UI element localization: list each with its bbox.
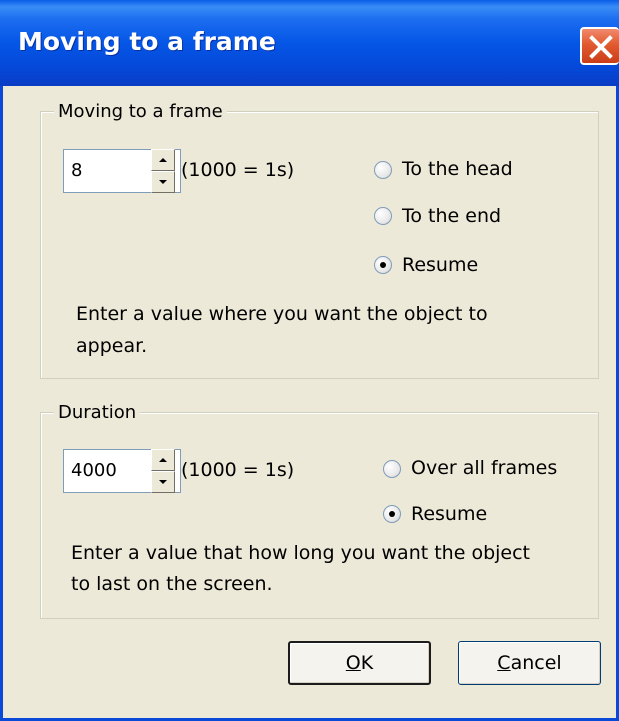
cancel-mnemonic: C: [497, 652, 511, 674]
close-icon: [589, 35, 613, 59]
ok-button[interactable]: OK: [288, 641, 431, 685]
radio-label-frame-resume[interactable]: Resume: [402, 254, 478, 276]
arrow-up-icon: [159, 458, 167, 462]
radio-label-duration-resume[interactable]: Resume: [411, 503, 487, 525]
duration-value-spinner[interactable]: [151, 449, 175, 493]
arrow-up-icon: [159, 158, 167, 162]
radio-label-to-the-head[interactable]: To the head: [402, 158, 513, 180]
arrow-down-icon: [159, 480, 167, 484]
radio-label-over-all-frames[interactable]: Over all frames: [411, 457, 557, 479]
frame-group-legend: Moving to a frame: [54, 101, 227, 122]
window-title: Moving to a frame: [18, 27, 276, 56]
radio-selected-dot: [380, 262, 386, 268]
radio-over-all-frames[interactable]: [383, 460, 401, 478]
frame-value-spinner[interactable]: [151, 149, 175, 193]
cancel-label-rest: ancel: [510, 652, 562, 674]
frame-spin-down-button[interactable]: [151, 171, 175, 193]
radio-to-the-head[interactable]: [374, 161, 392, 179]
radio-label-to-the-end[interactable]: To the end: [402, 205, 501, 227]
frame-unit-hint: (1000 = 1s): [181, 159, 295, 181]
radio-to-the-end[interactable]: [374, 207, 392, 225]
close-button[interactable]: [580, 27, 619, 65]
duration-spin-up-button[interactable]: [151, 449, 175, 471]
radio-duration-resume[interactable]: [383, 505, 401, 523]
duration-help-text-line1: Enter a value that how long you want the…: [71, 542, 531, 564]
frame-help-text-line1: Enter a value where you want the object …: [76, 303, 488, 325]
radio-frame-resume[interactable]: [374, 256, 392, 274]
cancel-button[interactable]: Cancel: [458, 641, 601, 685]
radio-selected-dot: [389, 511, 395, 517]
ok-label-rest: K: [360, 652, 374, 674]
duration-unit-hint: (1000 = 1s): [181, 459, 295, 481]
frame-help-text-line2: appear.: [76, 335, 148, 357]
arrow-down-icon: [159, 180, 167, 184]
ok-mnemonic: O: [345, 652, 361, 674]
duration-help-text-line2: to last on the screen.: [71, 573, 273, 595]
title-bar[interactable]: Moving to a frame: [0, 0, 619, 86]
duration-group-legend: Duration: [54, 402, 141, 423]
frame-spin-up-button[interactable]: [151, 149, 175, 171]
dialog-window: Moving to a frame Moving to a frame 8 (1…: [0, 0, 619, 721]
duration-spin-down-button[interactable]: [151, 471, 175, 493]
